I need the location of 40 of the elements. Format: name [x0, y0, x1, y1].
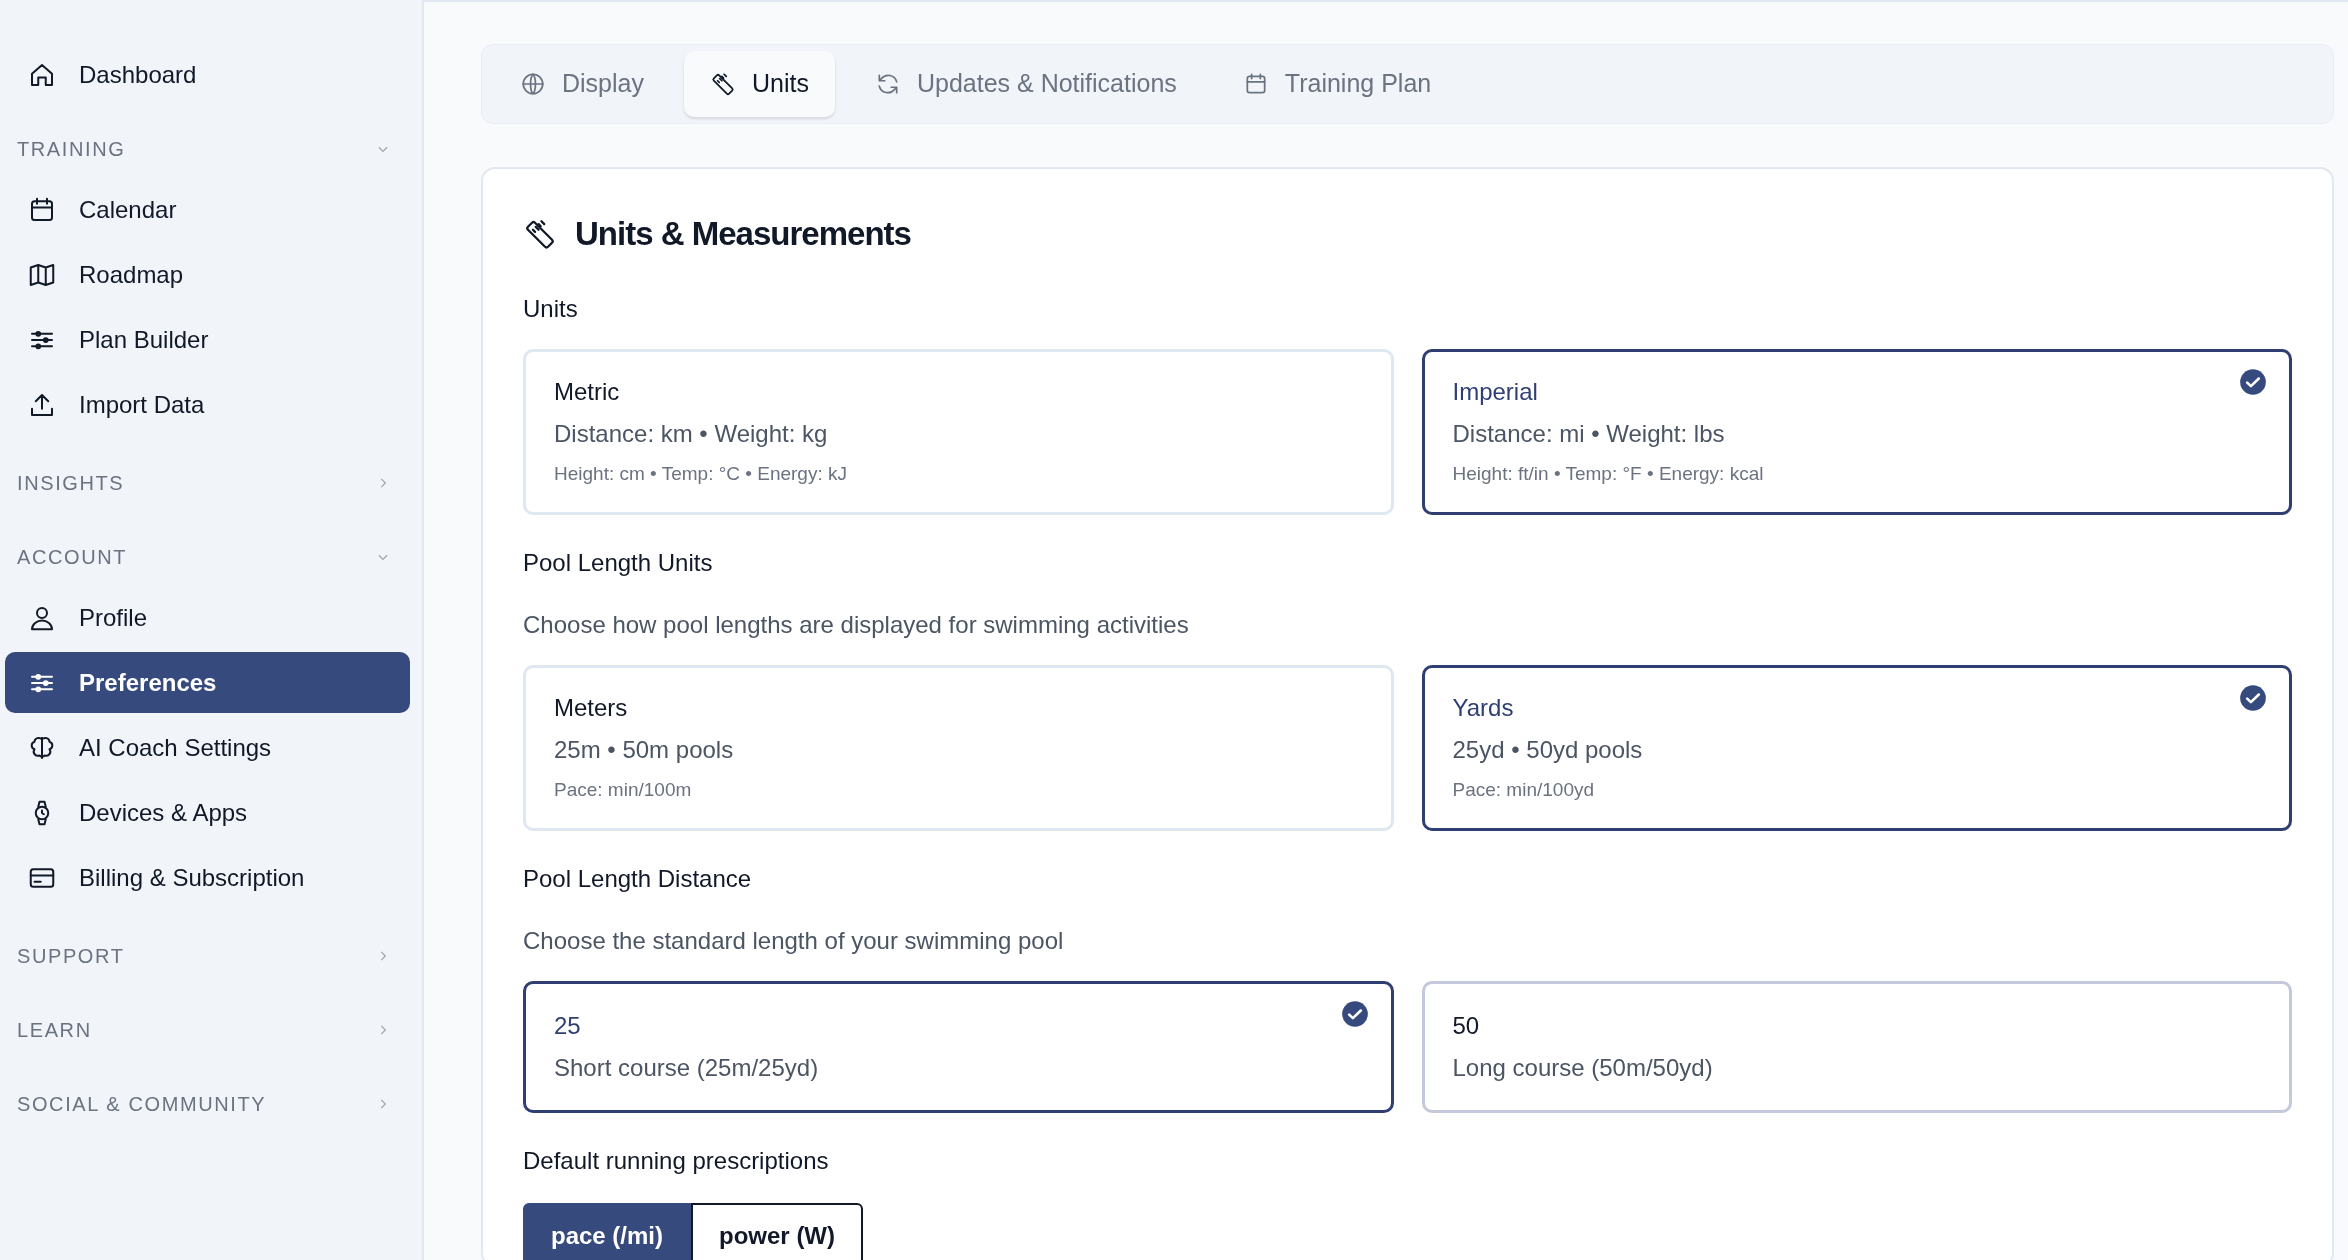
tab[interactable]: Units [684, 51, 835, 117]
group-description: Choose how pool lengths are displayed for swimming activities [523, 609, 1190, 640]
option-card[interactable]: Metric Distance: km • Weight: kg Height: cm • Temp: °C • Energy: kJ [523, 348, 1394, 515]
tab[interactable]: Training Plan [1216, 51, 1458, 117]
sidebar-item[interactable]: Preferences [5, 652, 410, 713]
sidebar-item[interactable]: Plan Builder [5, 309, 410, 370]
globe-icon [520, 71, 546, 97]
sidebar-item[interactable]: Calendar [5, 179, 410, 240]
section-header[interactable]: ACCOUNT [5, 537, 410, 577]
check-icon [2239, 683, 2267, 712]
option-card[interactable]: 25 Short course (25m/25yd) [523, 980, 1394, 1113]
section-header[interactable]: SOCIAL & COMMUNITY [5, 1084, 410, 1124]
tab[interactable]: Updates & Notifications [848, 51, 1203, 117]
sidebar-item[interactable]: Dashboard [5, 44, 410, 105]
option-card[interactable]: Imperial Distance: mi • Weight: lbs Height: ft/in • Temp: °F • Energy: kcal [1421, 348, 2292, 515]
group-description: Choose the standard length of your swimming pool [523, 925, 1065, 956]
sidebar-item[interactable]: Import Data [5, 374, 410, 435]
section-header[interactable]: INSIGHTS [5, 463, 410, 503]
ruler-icon [710, 71, 736, 97]
check-icon [2239, 367, 2267, 396]
group-label: Pool Length Units [523, 547, 714, 578]
group-label: Default running prescriptions [523, 1145, 830, 1176]
sidebar-item[interactable]: Profile [5, 587, 410, 648]
sidebar-item[interactable]: Devices & Apps [5, 782, 410, 843]
option-card[interactable]: Meters 25m • 50m pools Pace: min/100m [523, 664, 1394, 831]
sidebar-item[interactable]: AI Coach Settings [5, 717, 410, 778]
option-card[interactable]: Yards 25yd • 50yd pools Pace: min/100yd [1421, 664, 2292, 831]
sidebar-item[interactable]: Billing & Subscription [5, 847, 410, 908]
group-label: Pool Length Distance [523, 863, 753, 894]
segment-button[interactable]: pace (/mi) [523, 1202, 692, 1260]
panel-title: Units & Measurements [575, 214, 911, 254]
option-card[interactable]: 50 Long course (50m/50yd) [1421, 980, 2292, 1113]
section-header[interactable]: SUPPORT [5, 936, 410, 976]
section-header[interactable]: TRAINING [5, 129, 410, 169]
check-icon [1340, 999, 1369, 1028]
sidebar-item[interactable]: Roadmap [5, 244, 410, 305]
group-label: Units [523, 293, 579, 324]
segment-button[interactable]: power (W) [691, 1202, 863, 1260]
tab[interactable]: Display [494, 51, 670, 117]
section-header[interactable]: LEARN [5, 1010, 410, 1050]
